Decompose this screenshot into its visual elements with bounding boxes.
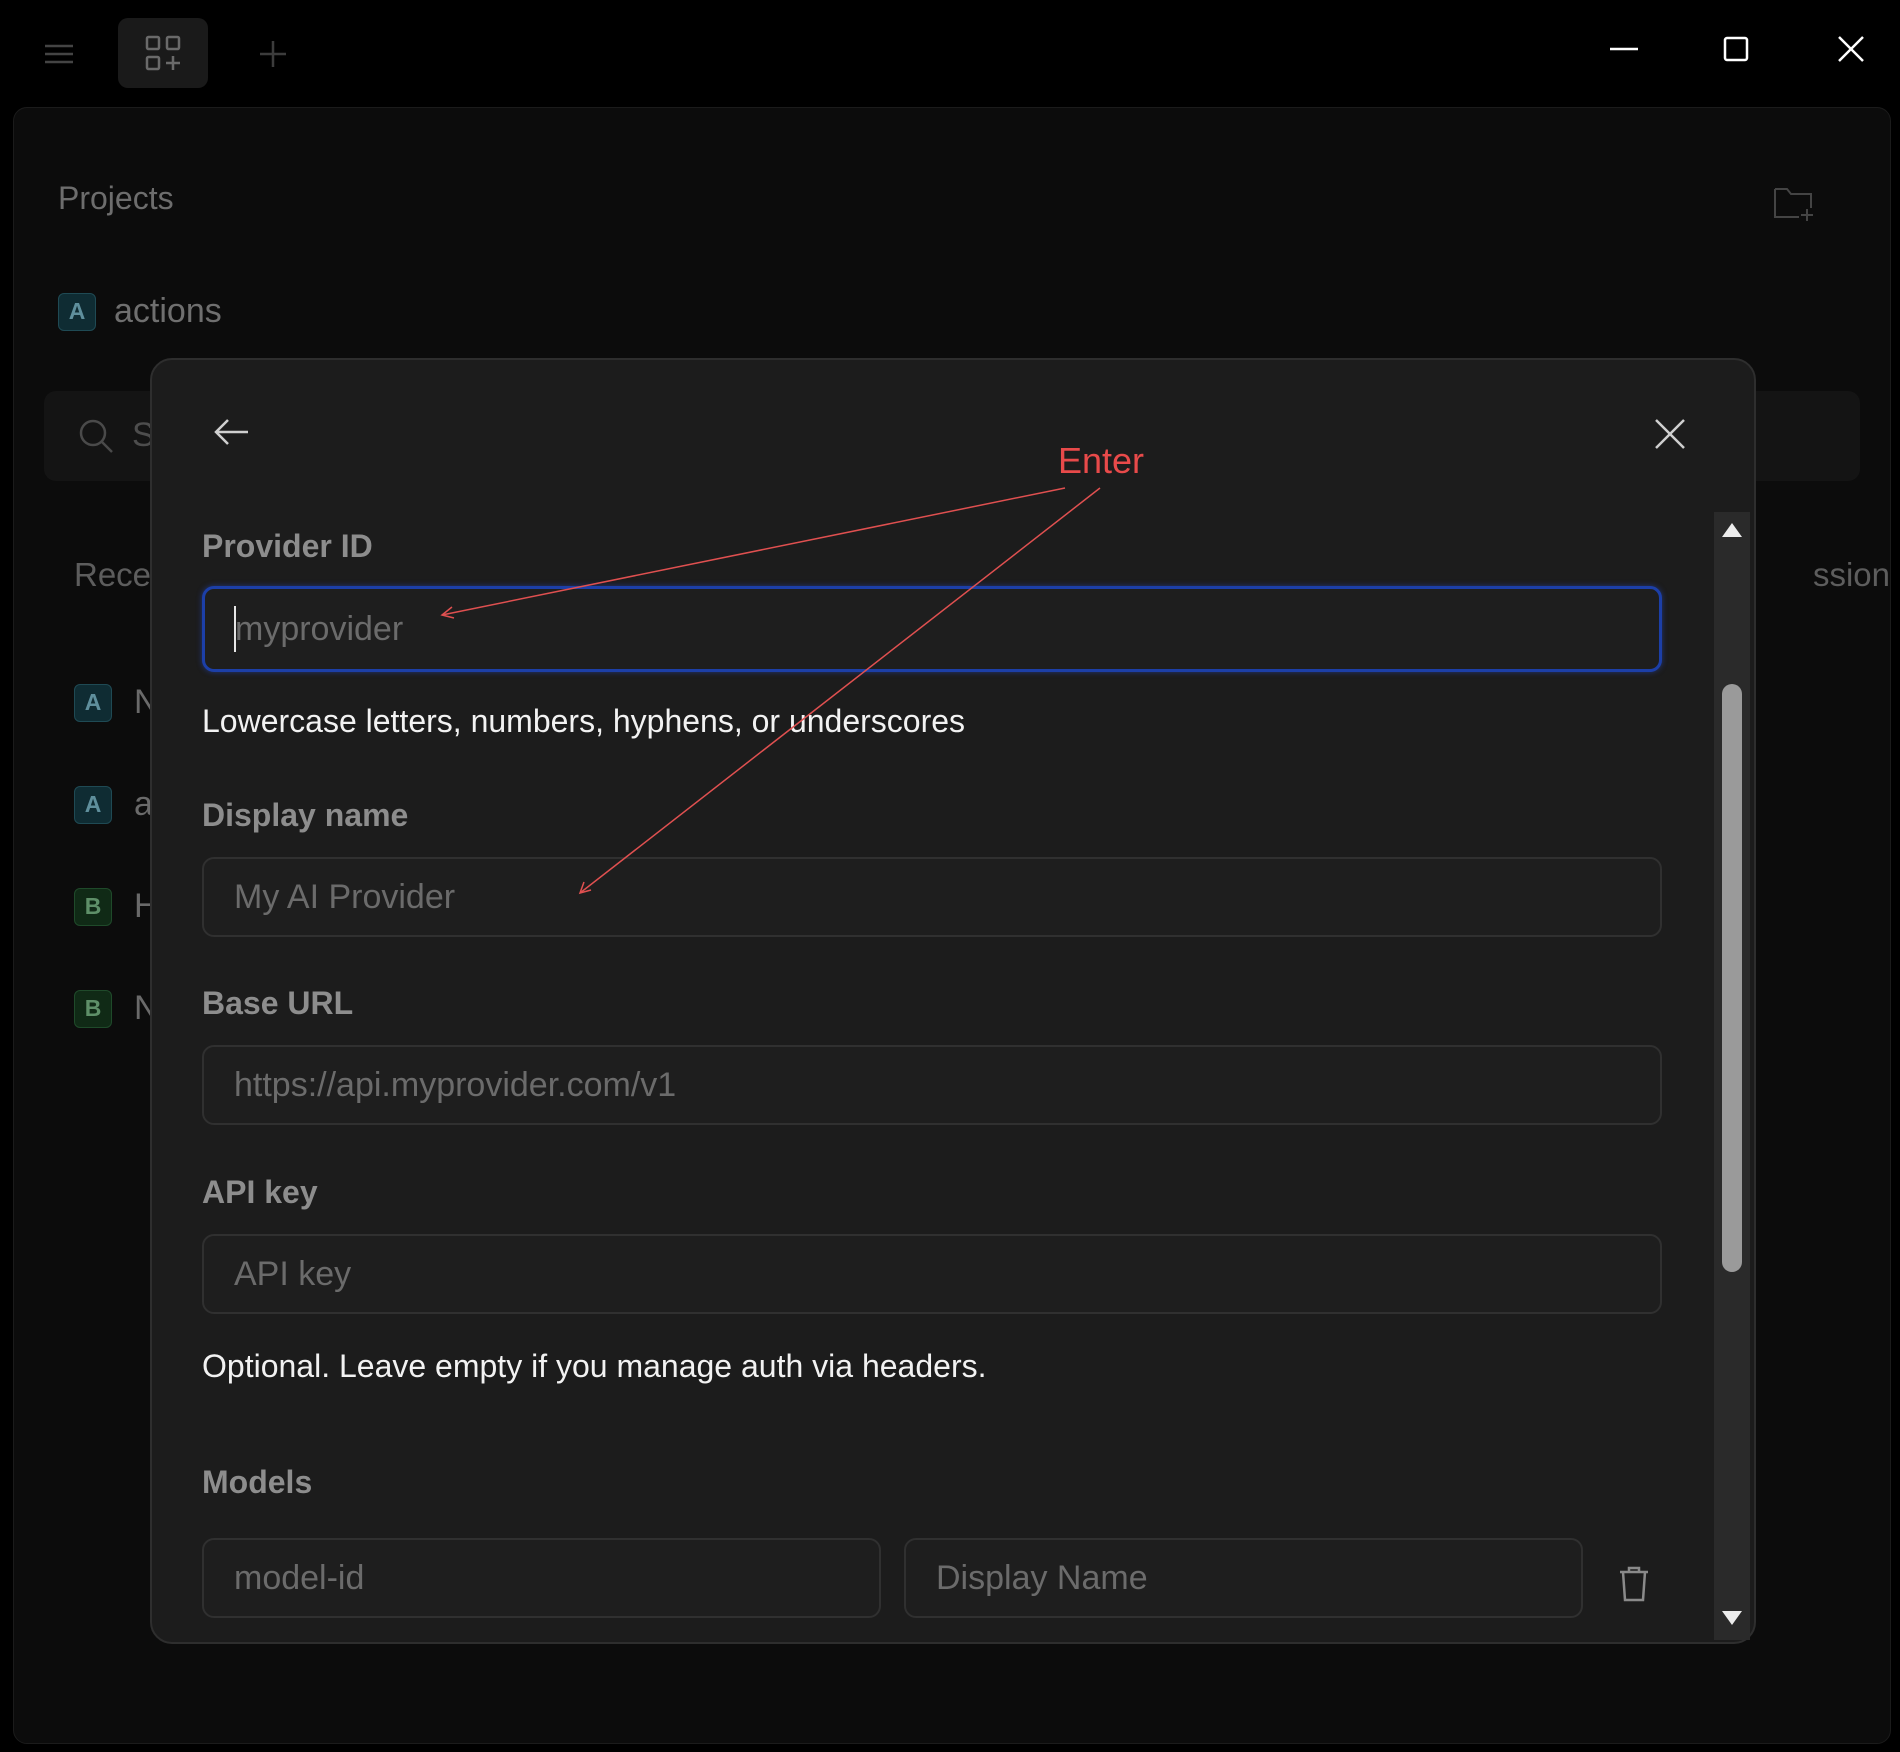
provider-id-help: Lowercase letters, numbers, hyphens, or …: [202, 703, 966, 739]
recent-badge: A: [74, 683, 112, 722]
project-name: actions: [114, 292, 222, 330]
grid-add-icon[interactable]: [118, 18, 208, 88]
close-icon[interactable]: [1825, 26, 1877, 72]
title-bar: [0, 0, 1900, 106]
hamburger-icon[interactable]: [38, 33, 80, 75]
provider-id-input[interactable]: [202, 586, 1662, 672]
model-display-name-input[interactable]: [904, 1538, 1583, 1618]
add-provider-modal: [150, 358, 1756, 1644]
search-icon: [76, 416, 116, 456]
scrollbar-thumb[interactable]: [1722, 684, 1742, 1272]
folder-add-icon[interactable]: [1772, 183, 1816, 223]
minimize-icon[interactable]: [1598, 26, 1650, 72]
recent-item[interactable]: B H: [74, 887, 159, 926]
back-arrow-icon[interactable]: [210, 410, 254, 454]
recent-label: Rece: [74, 556, 152, 593]
scroll-up-arrow-icon[interactable]: [1720, 520, 1744, 540]
recent-badge: B: [74, 887, 112, 926]
annotation-label: Enter: [1058, 440, 1145, 481]
trash-icon[interactable]: [1614, 1563, 1654, 1603]
base-url-input[interactable]: [202, 1045, 1662, 1125]
recent-item[interactable]: A N: [74, 683, 159, 722]
api-key-help: Optional. Leave empty if you manage auth…: [202, 1348, 987, 1384]
scroll-down-arrow-icon[interactable]: [1720, 1608, 1744, 1628]
base-url-label: Base URL: [202, 985, 354, 1021]
maximize-icon[interactable]: [1710, 26, 1762, 72]
project-item[interactable]: A actions: [58, 292, 222, 331]
project-badge: A: [58, 292, 96, 331]
plus-icon[interactable]: [252, 33, 294, 75]
api-key-input[interactable]: [202, 1234, 1662, 1314]
model-id-input[interactable]: [202, 1538, 881, 1618]
display-name-input[interactable]: [202, 857, 1662, 937]
recent-item[interactable]: B N: [74, 989, 159, 1028]
projects-title: Projects: [58, 180, 174, 216]
modal-close-icon[interactable]: [1650, 414, 1694, 458]
api-key-label: API key: [202, 1174, 318, 1210]
recent-badge: B: [74, 989, 112, 1028]
recent-item[interactable]: A a: [74, 785, 153, 824]
provider-id-label: Provider ID: [202, 528, 373, 564]
text-cursor: [234, 606, 236, 652]
recent-badge: A: [74, 785, 112, 824]
models-label: Models: [202, 1464, 313, 1500]
display-name-label: Display name: [202, 797, 409, 833]
